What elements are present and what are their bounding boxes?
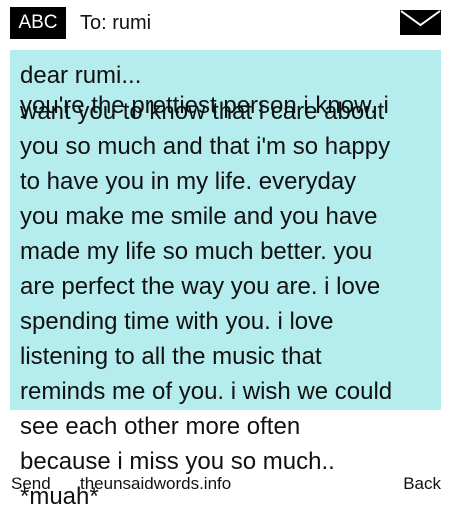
message-line: made my life so much better. you xyxy=(20,238,373,265)
watermark-text: theunsaidwords.info xyxy=(80,474,232,493)
input-mode-badge[interactable]: ABC xyxy=(10,7,66,39)
recipient-label[interactable]: To: rumi xyxy=(80,7,151,39)
back-softkey[interactable]: Back xyxy=(403,473,441,495)
compose-header: ABC To: rumi xyxy=(0,0,450,46)
message-line: to have you in my life. everyday xyxy=(20,168,357,195)
envelope-icon xyxy=(400,10,441,35)
message-line: spending time with you. i love xyxy=(20,308,334,335)
message-line: you make me smile and you have xyxy=(20,203,378,230)
message-line: see each other more often xyxy=(20,413,301,440)
send-softkey[interactable]: Send xyxy=(11,473,51,495)
message-body: you so much and that i'm so happy to hav… xyxy=(20,129,445,514)
message-line-overlap-bottom: want you to know that i care about xyxy=(20,98,385,125)
message-line: you so much and that i'm so happy xyxy=(20,133,391,160)
message-line: are perfect the way you are. i love xyxy=(20,273,381,300)
message-greeting: dear rumi... xyxy=(20,62,142,89)
message-line: listening to all the music that xyxy=(20,343,322,370)
message-line: reminds me of you. i wish we could xyxy=(20,378,393,405)
